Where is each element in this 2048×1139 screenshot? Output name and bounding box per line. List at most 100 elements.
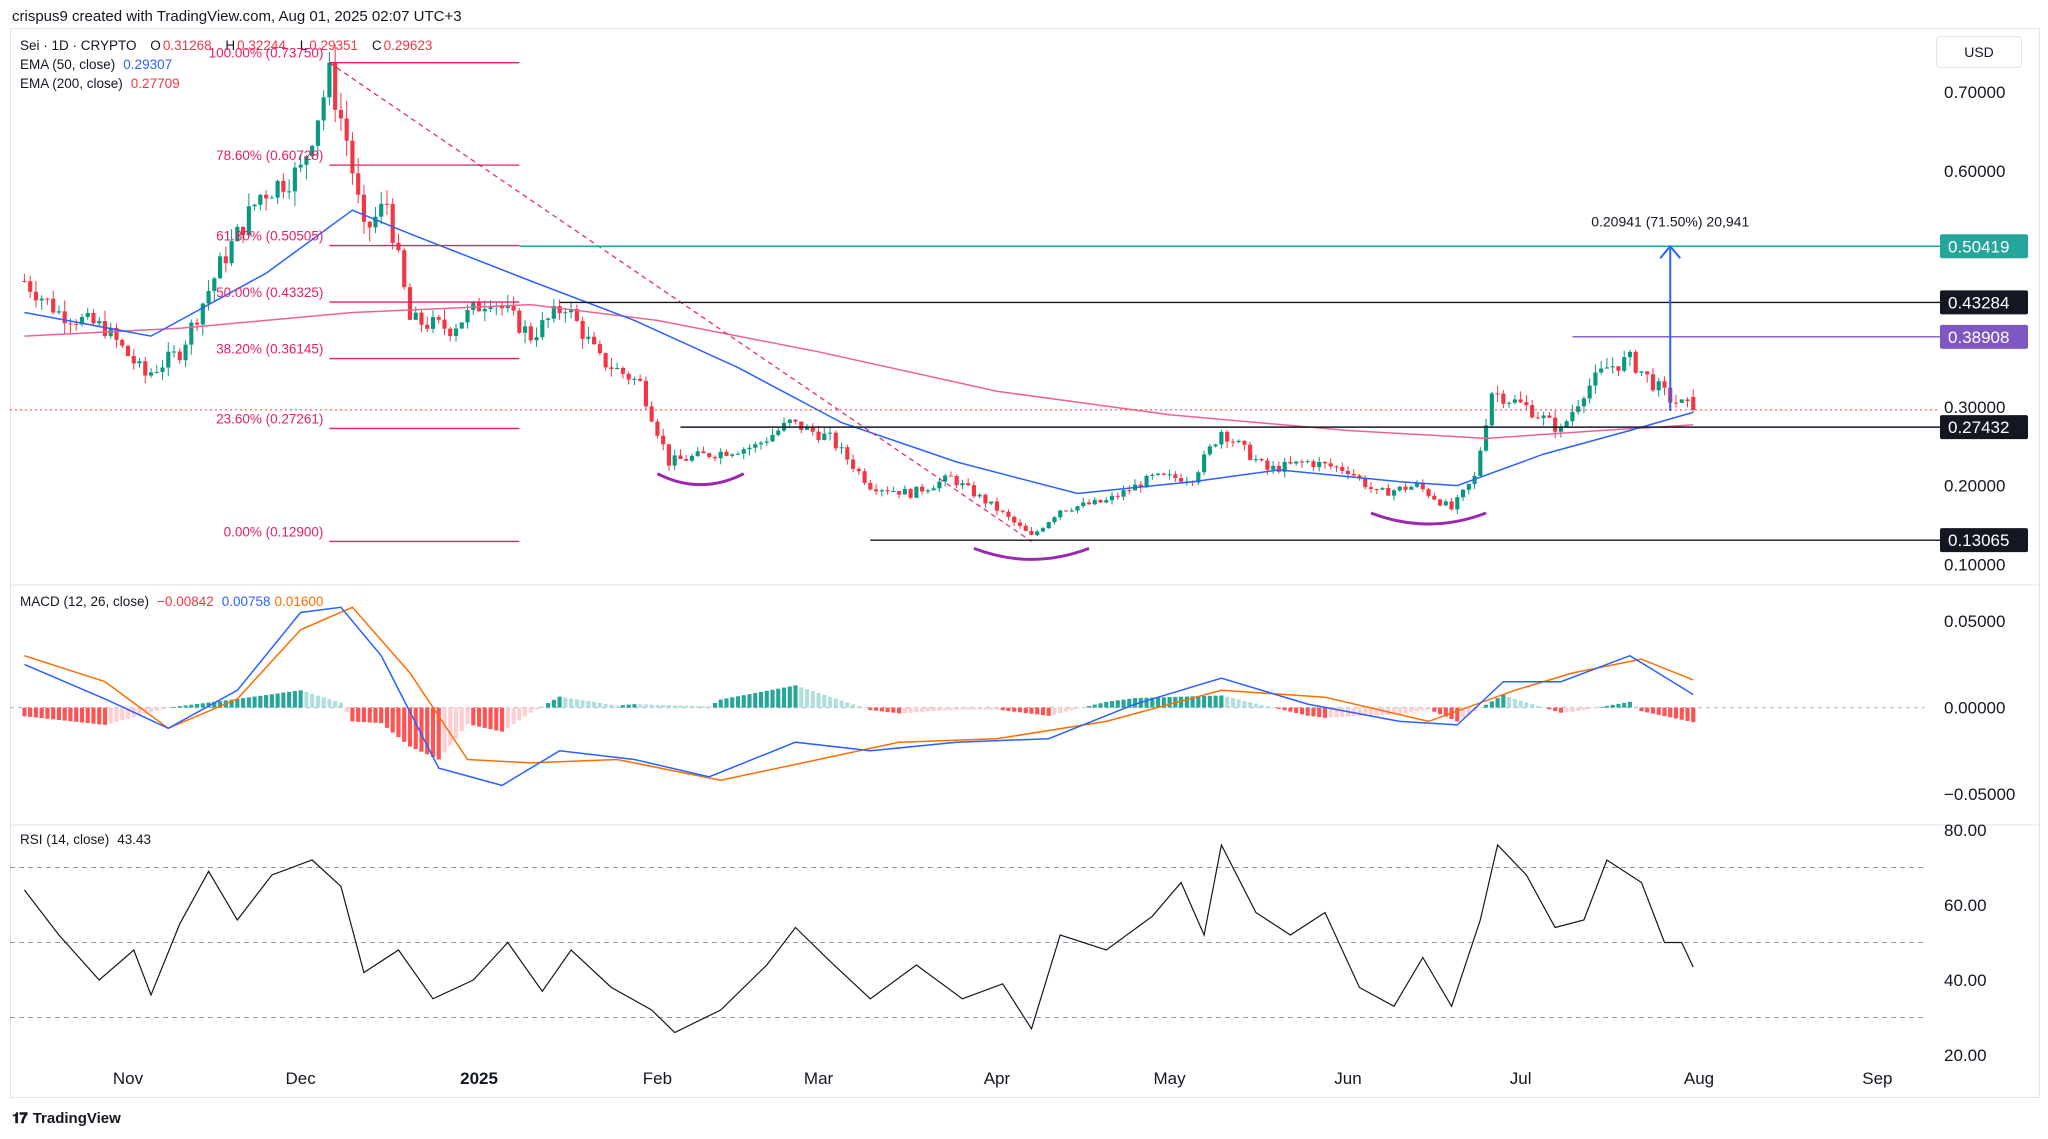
candle-body [241,226,246,236]
macd-line [24,606,1694,787]
candle-body [1368,487,1374,490]
candle-body [200,303,205,325]
candle-body [983,494,988,504]
macd-histogram-bar [1334,707,1339,718]
macd-histogram-bar [1564,707,1569,713]
candle-body [476,302,482,312]
candle-body [747,447,752,450]
macd-histogram-bar [954,707,959,710]
macd-histogram-bar [632,704,637,708]
candle-body [189,322,194,345]
ema50-label: EMA (50, close) [20,57,116,72]
ema50-legend[interactable]: EMA (50, close) 0.29307 [20,57,172,72]
macd-histogram-bar [712,702,718,708]
macd-histogram-bar [1271,707,1276,709]
candle-body [672,455,677,466]
macd-histogram-bar [465,707,470,725]
macd-histogram-bar [643,704,648,708]
candle-body [252,204,257,207]
candle-body [120,339,125,346]
macd-histogram-bar [471,707,476,726]
macd-histogram-bar [609,704,614,708]
symbol-name[interactable]: Sei · 1D · CRYPTO [20,38,137,53]
macd-histogram-bar [1351,707,1356,717]
time-axis-tick: Jul [1510,1069,1532,1088]
candle-body [833,432,838,449]
candle-body [517,310,522,333]
macd-histogram-bar [1627,701,1633,708]
rsi-legend[interactable]: RSI (14, close) 43.43 [20,832,151,847]
macd-histogram-bar [287,691,292,708]
candle-body [62,311,67,324]
chart-svg[interactable]: 100.00% (0.73750)78.60% (0.60728)61.80% … [0,0,2048,1139]
candle-body [499,305,505,309]
candle-body [1345,470,1351,475]
candle-body [626,373,631,380]
macd-histogram-bar [28,707,33,717]
candle-body [1622,357,1627,371]
candle-body [74,323,79,325]
candle-body [718,451,723,459]
low-label: L [299,38,308,53]
macd-histogram-bar [390,707,395,733]
candle-body [258,194,263,205]
candle-body [1167,474,1172,476]
price-level-tag [1940,324,2028,349]
candle-body [1374,489,1379,491]
candle-body [1334,466,1339,468]
macd-histogram-bar [1230,698,1235,708]
candle-body [1380,488,1385,490]
macd-histogram-bar [925,707,930,712]
macd-histogram-bar [430,707,436,757]
candle-body [448,328,453,337]
macd-histogram-bar [1121,699,1126,708]
candle-body [1063,510,1069,512]
macd-histogram-bar [1668,707,1673,718]
macd-histogram-bar [603,703,608,708]
ema50-line [24,209,1694,495]
candle-body [655,421,660,436]
candle-body [1132,484,1138,491]
macd-histogram-bar [327,699,332,708]
ema200-legend[interactable]: EMA (200, close) 0.27709 [20,76,180,91]
macd-histogram-bar [1242,700,1247,708]
candle-body [764,441,769,443]
candle-body [966,483,971,486]
candle-body [528,326,533,341]
price-level-tag-text: 0.13065 [1948,531,2009,550]
candle-body [1363,478,1368,488]
candle-body [1645,371,1650,375]
macd-histogram-bar [655,704,660,708]
candle-body [948,475,953,477]
price-pane[interactable]: 100.00% (0.73750)78.60% (0.60728)61.80% … [10,44,2028,561]
candle-body [1656,381,1661,391]
macd-histogram-bar [1662,707,1667,717]
macd-pane[interactable] [10,606,1925,787]
macd-histogram-bar [1558,707,1563,713]
pattern-arc [656,472,745,487]
candle-body [1581,398,1586,407]
candle-body [171,351,177,353]
candle-body [1299,461,1305,463]
macd-histogram-bar [1253,703,1258,708]
macd-histogram-bar [937,707,942,711]
candle-body [85,312,90,318]
fib-level-label: 50.00% (0.43325) [216,285,323,300]
candle-body [1443,501,1448,506]
macd-histogram-bar [1386,707,1391,715]
macd-histogram-bar [206,702,211,708]
macd-histogram-bar [51,707,56,720]
macd-histogram-bar [459,707,464,732]
macd-legend[interactable]: MACD (12, 26, close) −0.00842 0.00758 0.016… [20,594,323,609]
candle-body [643,380,648,407]
macd-histogram-bar [1040,707,1046,716]
rsi-axis-tick: 60.00 [1944,896,1987,915]
candle-body [1121,490,1126,497]
macd-histogram-bar [1368,707,1374,716]
rsi-pane[interactable] [10,843,1925,1034]
macd-histogram-bar [97,707,102,725]
macd-histogram-bar [143,707,148,714]
candle-body [488,306,493,309]
currency-selector[interactable]: USD [1936,36,2022,68]
candle-body [1507,402,1512,404]
